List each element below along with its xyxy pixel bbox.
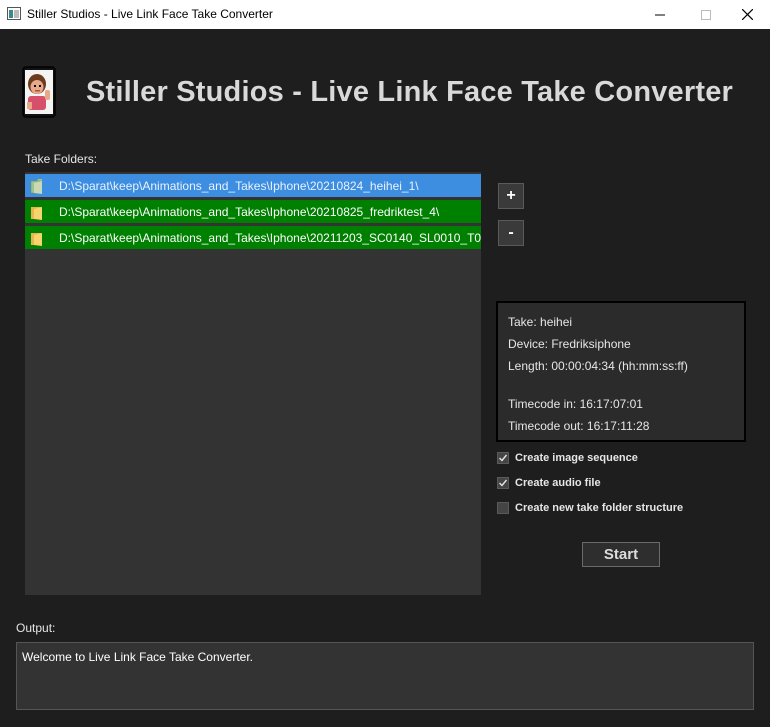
checkbox-box[interactable] xyxy=(497,452,509,464)
minimize-icon xyxy=(655,14,665,15)
app-title: Stiller Studios - Live Link Face Take Co… xyxy=(86,76,734,108)
take-folder-path: D:\Sparat\keep\Animations_and_Takes\Ipho… xyxy=(59,204,440,219)
window-titlebar: Stiller Studios - Live Link Face Take Co… xyxy=(0,0,770,29)
take-folder-item[interactable]: D:\Sparat\keep\Animations_and_Takes\Ipho… xyxy=(25,174,481,197)
take-info-panel: Take: heihei Device: Fredriksiphone Leng… xyxy=(496,301,746,442)
folder-icon xyxy=(30,178,42,194)
checkbox-label: Create new take folder structure xyxy=(515,502,684,514)
take-folder-item[interactable]: D:\Sparat\keep\Animations_and_Takes\Ipho… xyxy=(25,226,481,249)
close-icon xyxy=(741,9,753,20)
folder-icon xyxy=(31,232,42,246)
app-window-icon xyxy=(7,7,21,20)
window-title: Stiller Studios - Live Link Face Take Co… xyxy=(27,7,273,21)
checkbox-label: Create image sequence xyxy=(515,452,638,464)
take-folder-path: D:\Sparat\keep\Animations_and_Takes\Ipho… xyxy=(59,178,419,193)
take-folder-item[interactable]: D:\Sparat\keep\Animations_and_Takes\Ipho… xyxy=(25,200,481,223)
take-folder-path: D:\Sparat\keep\Animations_and_Takes\Ipho… xyxy=(59,230,481,245)
checkbox-box[interactable] xyxy=(497,502,509,514)
close-button[interactable] xyxy=(724,0,770,29)
timecode-out: Timecode out: 16:17:11:28 xyxy=(508,419,650,433)
maximize-button[interactable] xyxy=(683,0,729,29)
take-folders-label: Take Folders: xyxy=(25,152,98,166)
start-button[interactable]: Start xyxy=(582,542,660,567)
timecode-in: Timecode in: 16:17:07:01 xyxy=(508,397,643,411)
add-folder-button[interactable]: + xyxy=(498,183,524,209)
create-image-sequence-checkbox[interactable]: Create image sequence xyxy=(497,450,638,466)
take-folders-list[interactable]: D:\Sparat\keep\Animations_and_Takes\Ipho… xyxy=(25,172,481,595)
checkmark-icon xyxy=(499,479,508,487)
output-console[interactable]: Welcome to Live Link Face Take Converter… xyxy=(16,642,754,710)
checkmark-icon xyxy=(499,454,508,462)
take-device: Device: Fredriksiphone xyxy=(508,337,631,351)
checkbox-label: Create audio file xyxy=(515,477,601,489)
take-name: Take: heihei xyxy=(508,315,573,329)
create-new-take-folder-structure-checkbox[interactable]: Create new take folder structure xyxy=(497,500,683,516)
maximize-icon xyxy=(701,9,711,20)
output-text: Welcome to Live Link Face Take Converter… xyxy=(22,650,253,664)
output-label: Output: xyxy=(16,621,56,635)
minimize-button[interactable] xyxy=(637,0,683,29)
create-audio-file-checkbox[interactable]: Create audio file xyxy=(497,475,601,491)
checkbox-box[interactable] xyxy=(497,477,509,489)
take-length: Length: 00:00:04:34 (hh:mm:ss:ff) xyxy=(508,359,688,373)
remove-folder-button[interactable]: - xyxy=(498,220,524,246)
waving-character-phone-icon xyxy=(22,66,56,118)
folder-icon xyxy=(31,206,42,220)
